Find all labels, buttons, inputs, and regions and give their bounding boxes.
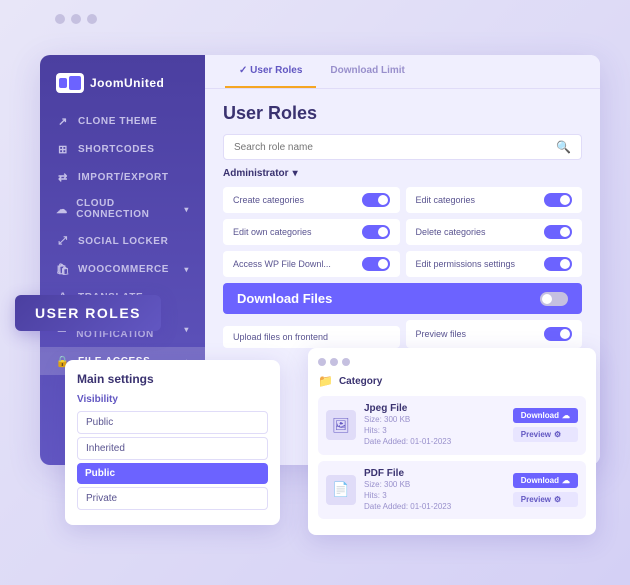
toggle-access-wp-file[interactable]	[362, 257, 390, 271]
sidebar-item-label: SOCIAL LOCKER	[78, 236, 168, 247]
chevron-down-icon: ▾	[184, 325, 189, 334]
permission-preview-files: Preview files	[406, 320, 583, 348]
toggle-create-categories[interactable]	[362, 193, 390, 207]
user-roles-badge: USER ROLES	[15, 295, 161, 331]
sidebar-item-woocommerce[interactable]: 🛍 WOOCOMMERCE ▾	[40, 255, 205, 283]
sidebar-item-label: SHORTCODES	[78, 144, 155, 155]
file-meta-pdf: Size: 300 KB Hits: 3 Date Added: 01-01-2…	[364, 479, 505, 513]
fb-dot-1	[318, 358, 326, 366]
upload-label: Upload files on frontend	[233, 332, 328, 342]
search-icon: 🔍	[556, 140, 571, 154]
sidebar-item-import-export[interactable]: ⇄ IMPORT/EXPORT	[40, 163, 205, 191]
permission-access-wp-file: Access WP File Downl...	[223, 251, 400, 277]
toggle-download-files[interactable]	[540, 292, 568, 306]
upload-row: Upload files on frontend	[223, 326, 400, 348]
file-thumb-pdf: 📄	[326, 475, 356, 505]
permission-edit-permissions: Edit permissions settings	[406, 251, 583, 277]
category-label: Category	[339, 376, 382, 387]
sidebar-item-label: CLONE THEME	[78, 116, 157, 127]
sidebar-logo: JoomUnited	[40, 73, 205, 107]
main-settings-panel: Main settings Visibility Public Inherite…	[65, 360, 280, 525]
toggle-preview-files[interactable]	[544, 327, 572, 341]
permission-create-categories: Create categories	[223, 187, 400, 213]
sidebar-item-clone-theme[interactable]: ↗ CLONE THEME	[40, 107, 205, 135]
file-item-jpeg: 🖼 Jpeg File Size: 300 KB Hits: 3 Date Ad…	[318, 396, 586, 455]
dot-green	[87, 14, 97, 24]
permission-label: Edit permissions settings	[416, 259, 516, 269]
file-browser-panel: 📁 Category 🖼 Jpeg File Size: 300 KB Hits…	[308, 348, 596, 535]
toggle-edit-permissions[interactable]	[544, 257, 572, 271]
search-input[interactable]	[234, 142, 556, 153]
permission-delete-categories: Delete categories	[406, 219, 583, 245]
preview-button-jpeg[interactable]: Preview ⚙	[513, 427, 578, 442]
settings-title: Main settings	[77, 372, 268, 386]
sidebar-item-label: WOOCOMMERCE	[78, 264, 169, 275]
permission-edit-own-categories: Edit own categories	[223, 219, 400, 245]
toggle-edit-own-categories[interactable]	[362, 225, 390, 239]
visibility-option-inherited[interactable]: Inherited	[77, 437, 268, 460]
file-browser-dots	[318, 358, 586, 366]
permission-edit-categories: Edit categories	[406, 187, 583, 213]
admin-chevron-icon: ▾	[293, 168, 298, 179]
share-icon: ⤢	[56, 234, 70, 248]
permission-label: Access WP File Downl...	[233, 259, 331, 269]
page-title: User Roles	[223, 103, 582, 124]
logo-text: JoomUnited	[90, 76, 164, 90]
pdf-icon: 📄	[332, 481, 349, 498]
sidebar-item-label: IMPORT/EXPORT	[78, 172, 169, 183]
admin-bar[interactable]: Administrator ▾	[223, 168, 582, 179]
toggle-edit-categories[interactable]	[544, 193, 572, 207]
download-files-row: Download Files	[223, 283, 582, 314]
arrows-icon: ⇄	[56, 170, 70, 184]
folder-label: 📁 Category	[318, 374, 586, 388]
sidebar-item-cloud-connection[interactable]: ☁ CLOUD CONNECTION ▾	[40, 191, 205, 227]
sidebar-item-label: CLOUD CONNECTION	[76, 198, 176, 220]
dot-red	[55, 14, 65, 24]
image-icon: 🖼	[332, 417, 350, 434]
file-meta-jpeg: Size: 300 KB Hits: 3 Date Added: 01-01-2…	[364, 414, 505, 448]
admin-label: Administrator	[223, 168, 289, 179]
permission-label: Preview files	[416, 329, 467, 339]
fb-dot-2	[330, 358, 338, 366]
share-icon: ↗	[56, 114, 70, 128]
cloud-icon: ☁	[56, 202, 68, 216]
download-button-jpeg[interactable]: Download ☁	[513, 408, 578, 423]
fb-dot-3	[342, 358, 350, 366]
visibility-option-private[interactable]: Private	[77, 487, 268, 510]
permission-label: Edit categories	[416, 195, 476, 205]
tab-download-limit[interactable]: Download Limit	[316, 55, 418, 88]
file-actions-jpeg: Download ☁ Preview ⚙	[513, 408, 578, 442]
grid-icon: ⊞	[56, 142, 70, 156]
chevron-down-icon: ▾	[184, 265, 189, 274]
permission-label: Create categories	[233, 195, 304, 205]
file-info-jpeg: Jpeg File Size: 300 KB Hits: 3 Date Adde…	[364, 403, 505, 448]
visibility-subtitle: Visibility	[77, 394, 268, 405]
tab-user-roles[interactable]: User Roles	[225, 55, 316, 88]
permission-label: Delete categories	[416, 227, 486, 237]
sidebar-item-shortcodes[interactable]: ⊞ SHORTCODES	[40, 135, 205, 163]
sidebar-item-social-locker[interactable]: ⤢ SOCIAL LOCKER	[40, 227, 205, 255]
file-name-jpeg: Jpeg File	[364, 403, 505, 414]
toggle-delete-categories[interactable]	[544, 225, 572, 239]
dot-yellow	[71, 14, 81, 24]
visibility-option-public-selected[interactable]: Public	[77, 463, 268, 484]
search-bar: 🔍	[223, 134, 582, 160]
file-item-pdf: 📄 PDF File Size: 300 KB Hits: 3 Date Add…	[318, 461, 586, 520]
tab-bar: User Roles Download Limit	[205, 55, 600, 89]
file-actions-pdf: Download ☁ Preview ⚙	[513, 473, 578, 507]
folder-icon: 📁	[318, 374, 333, 388]
file-name-pdf: PDF File	[364, 468, 505, 479]
window-controls	[55, 14, 97, 24]
preview-button-pdf[interactable]: Preview ⚙	[513, 492, 578, 507]
chevron-down-icon: ▾	[184, 205, 189, 214]
permissions-grid: Create categories Edit categories Edit o…	[223, 187, 582, 314]
permission-label: Edit own categories	[233, 227, 312, 237]
bag-icon: 🛍	[56, 262, 70, 276]
logo-icon	[56, 73, 84, 93]
download-button-pdf[interactable]: Download ☁	[513, 473, 578, 488]
visibility-option-public-1[interactable]: Public	[77, 411, 268, 434]
download-files-label: Download Files	[237, 291, 332, 306]
file-thumb-jpeg: 🖼	[326, 410, 356, 440]
file-info-pdf: PDF File Size: 300 KB Hits: 3 Date Added…	[364, 468, 505, 513]
